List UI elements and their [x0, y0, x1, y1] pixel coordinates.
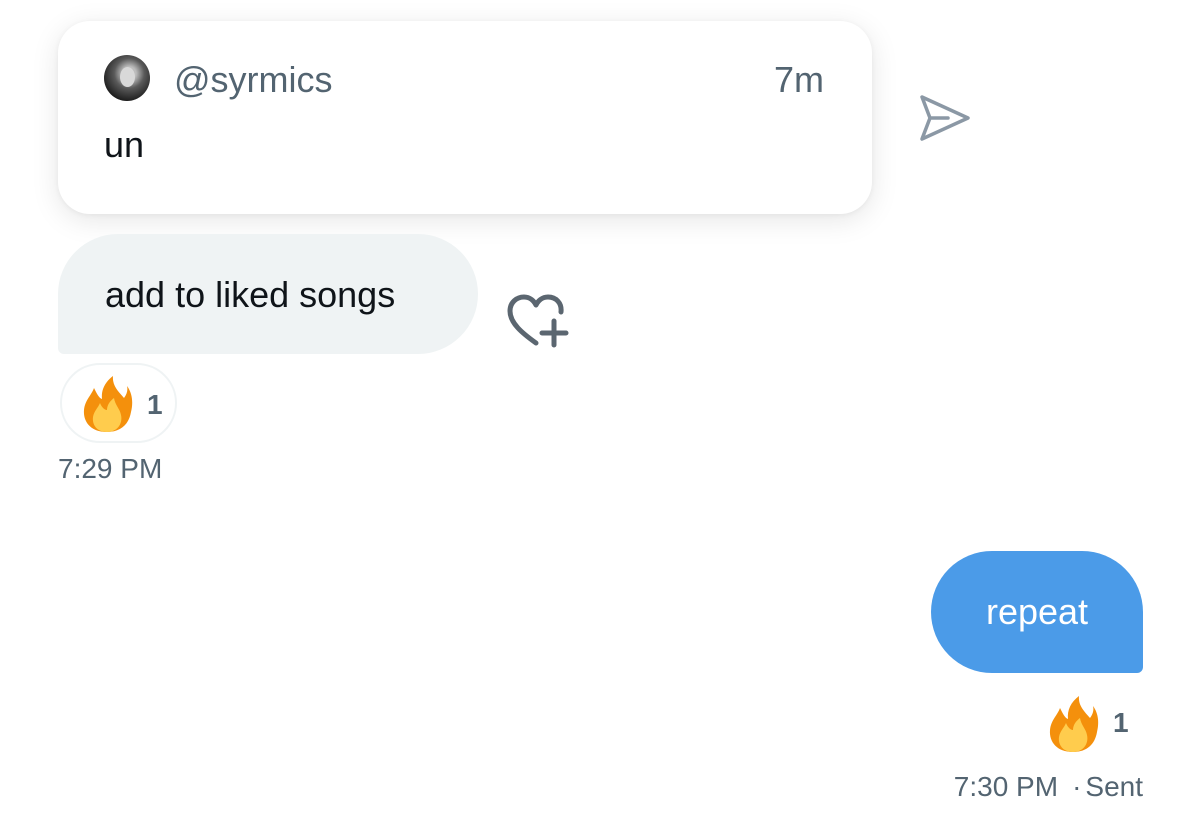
received-message-text: add to liked songs — [105, 274, 396, 315]
received-message-bubble[interactable]: add to liked songs — [58, 234, 478, 354]
sent-message-meta: 7:30 PM · Sent — [954, 771, 1143, 803]
sent-reaction[interactable]: 1 — [1043, 692, 1143, 756]
separator-dot: · — [1072, 771, 1082, 802]
received-message-timestamp: 7:29 PM — [58, 453, 163, 484]
share-icon[interactable] — [918, 93, 972, 143]
sent-status: Sent — [1085, 771, 1143, 802]
sent-message-bubble[interactable]: repeat — [931, 551, 1143, 673]
avatar[interactable] — [104, 55, 150, 101]
quoted-tweet-card[interactable]: @syrmics 7m un — [58, 21, 872, 214]
reaction-count: 1 — [147, 389, 163, 420]
heart-plus-icon[interactable] — [504, 293, 570, 349]
fire-icon — [83, 376, 133, 432]
sent-message-text: repeat — [985, 591, 1089, 632]
sent-message-timestamp: 7:30 PM — [953, 771, 1059, 802]
quoted-tweet-time: 7m — [773, 59, 824, 100]
quoted-tweet-handle: @syrmics — [174, 59, 333, 100]
quoted-tweet-text: un — [104, 124, 145, 165]
fire-icon — [1049, 696, 1099, 752]
reaction-pill[interactable]: 1 — [60, 363, 177, 443]
reaction-count: 1 — [1113, 707, 1129, 738]
